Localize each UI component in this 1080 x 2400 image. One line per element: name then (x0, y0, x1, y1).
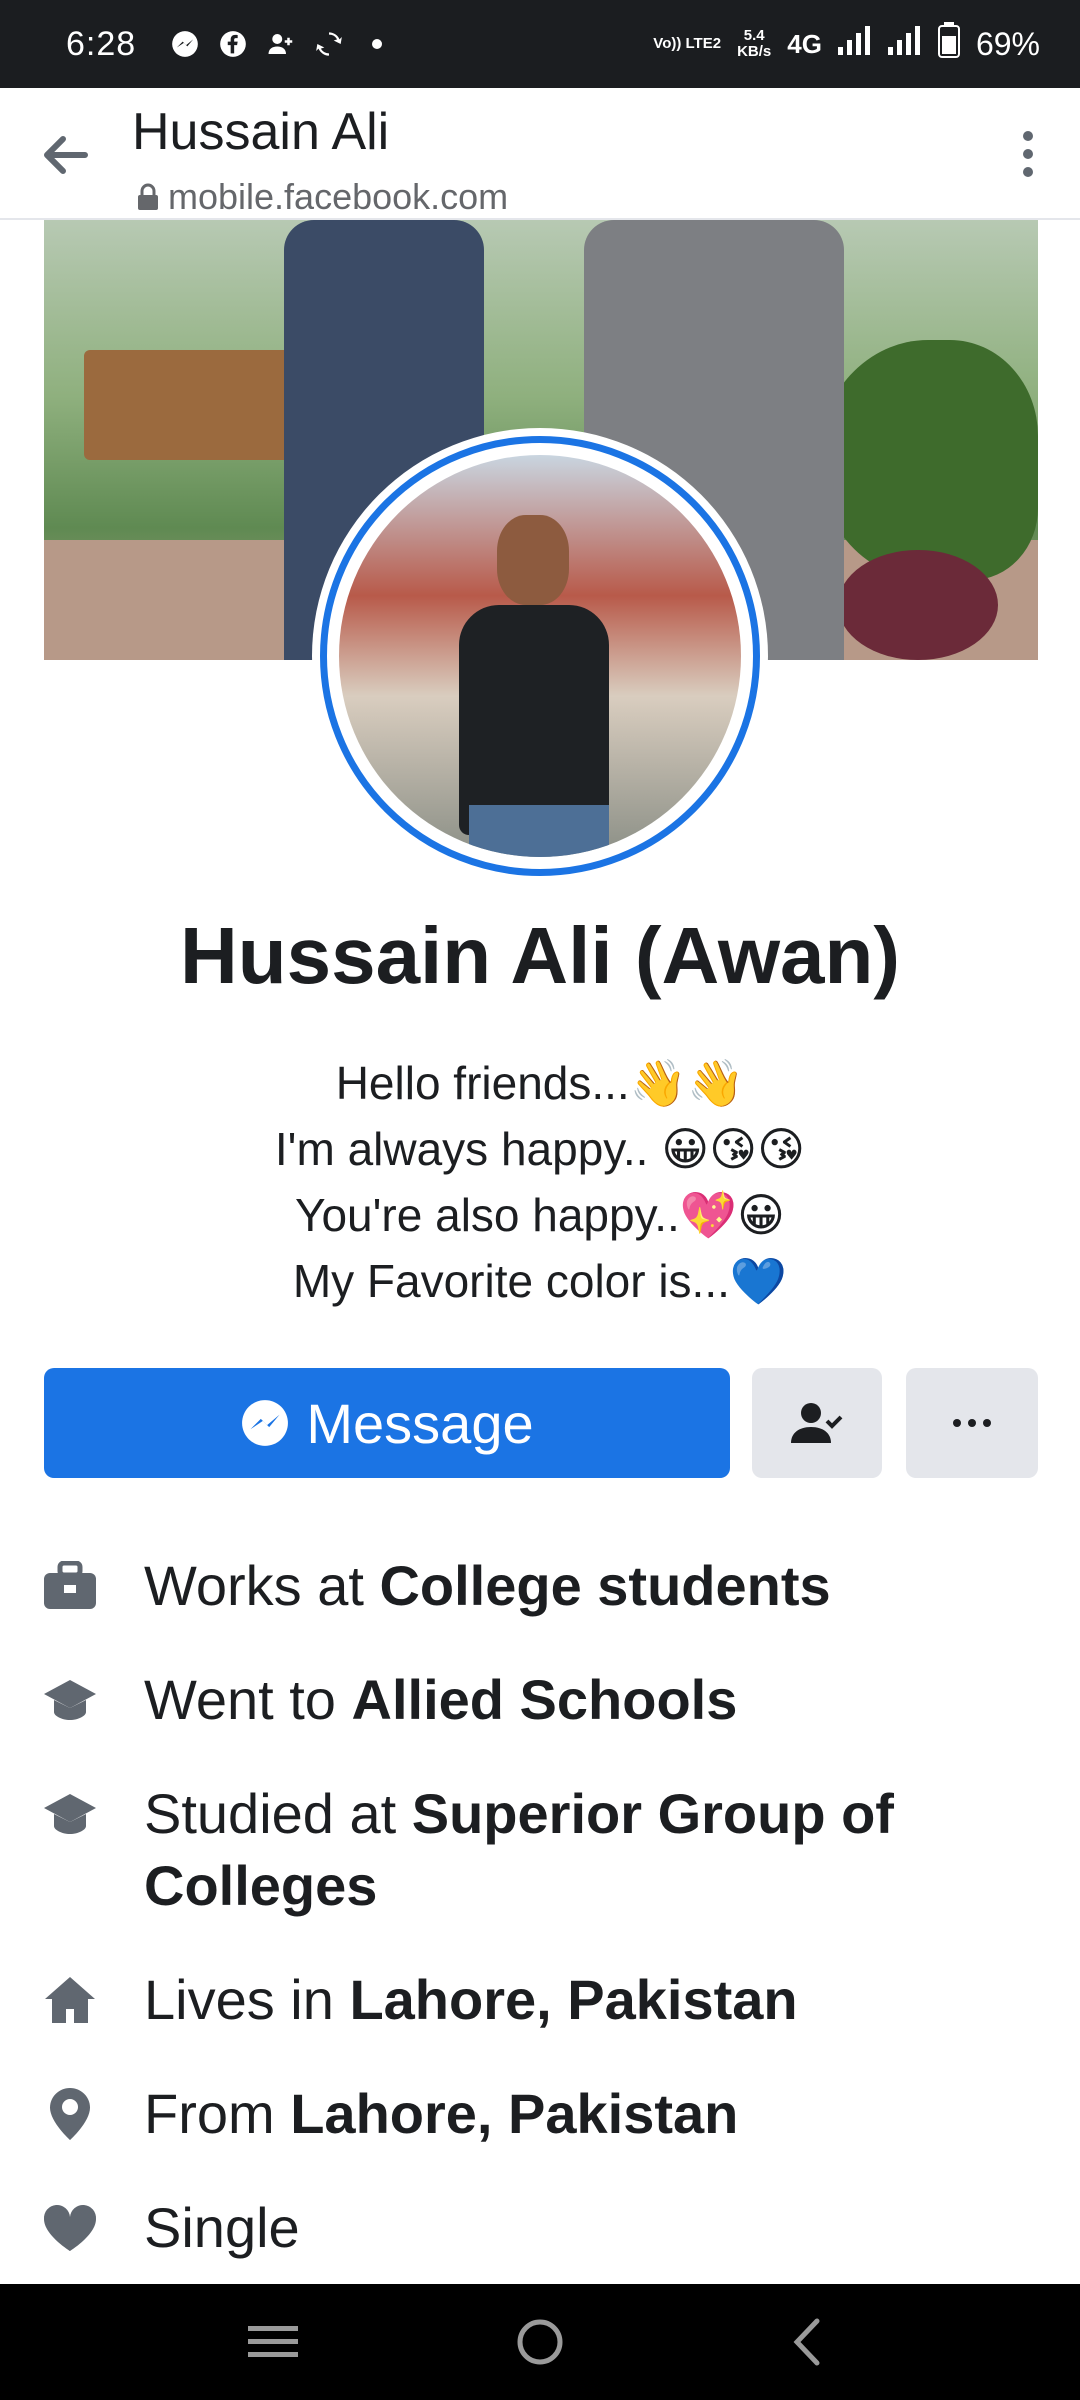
story-ring (320, 436, 760, 876)
intro-lives-in[interactable]: Lives in Lahore, Pakistan (40, 1964, 1040, 2036)
graduation-cap-icon (40, 1670, 100, 1730)
intro-work[interactable]: Works at College students (40, 1550, 1040, 1622)
recent-apps-button[interactable] (233, 2302, 313, 2382)
cover-flowers (838, 550, 998, 660)
system-navigation-bar (0, 2284, 1080, 2400)
location-pin-icon (40, 2084, 100, 2144)
bio-line: My Favorite color is...💙 (292, 1255, 788, 1307)
profile-bio: Hello friends...👋👋 I'm always happy.. 😀😘… (0, 1050, 1080, 1314)
volte-indicator: Vo)) LTE2 (653, 35, 722, 52)
network-speed: 5.4 KB/s (737, 28, 771, 60)
signal-icon (837, 25, 872, 63)
intro-from-value[interactable]: Lahore, Pakistan (290, 2082, 738, 2145)
menu-lines-icon (248, 2326, 299, 2357)
system-indicators: Vo)) LTE2 5.4 KB/s 4G 69% (653, 22, 1040, 66)
intro-from-prefix: From (144, 2082, 291, 2145)
url-display: mobile.facebook.com (136, 176, 508, 218)
home-circle-icon (517, 2319, 563, 2365)
intro-college-prefix: Studied at (144, 1782, 412, 1845)
signal-icon-sim2 (887, 25, 922, 63)
avatar-head (497, 515, 569, 605)
sync-notification-icon (314, 29, 344, 59)
intro-details: Works at College students Went to Allied… (40, 1550, 1040, 2306)
intro-college[interactable]: Studied at Superior Group of Colleges (40, 1778, 1040, 1922)
avatar-jeans (469, 805, 609, 857)
intro-work-prefix: Works at (144, 1554, 380, 1617)
profile-actions: Message (44, 1368, 1038, 1478)
cover-bush (818, 340, 1038, 580)
battery-icon (937, 22, 960, 66)
message-button[interactable]: Message (44, 1368, 730, 1478)
chevron-left-icon (793, 2318, 820, 2366)
network-type: 4G (787, 28, 822, 59)
intro-lives-in-prefix: Lives in (144, 1968, 350, 2031)
avatar (339, 455, 741, 857)
profile-name: Hussain Ali (Awan) (179, 911, 901, 1000)
system-back-button[interactable] (767, 2302, 847, 2382)
intro-relationship: Single (40, 2192, 1040, 2264)
facebook-notification-icon (218, 29, 248, 59)
kebab-menu-icon (1023, 131, 1033, 177)
bio-line: You're also happy..💖😀 (295, 1189, 785, 1241)
intro-from[interactable]: From Lahore, Pakistan (40, 2078, 1040, 2150)
profile-picture[interactable] (312, 428, 768, 884)
intro-lives-in-value[interactable]: Lahore, Pakistan (349, 1968, 797, 2031)
friend-request-notification-icon (266, 29, 296, 59)
more-options-button[interactable] (998, 124, 1058, 184)
intro-school-value[interactable]: Allied Schools (352, 1668, 738, 1731)
back-arrow-icon (44, 136, 88, 174)
network-speed-unit: KB/s (737, 43, 772, 60)
network-speed-value: 5.4 (743, 27, 765, 44)
graduation-cap-icon (40, 1784, 100, 1844)
battery-level: 69% (975, 25, 1040, 62)
more-dots-icon (953, 1419, 991, 1427)
bio-line: Hello friends...👋👋 (335, 1057, 745, 1109)
home-button[interactable] (500, 2302, 580, 2382)
friends-button[interactable] (752, 1368, 882, 1478)
more-notifications-dot-icon (362, 29, 392, 59)
intro-school[interactable]: Went to Allied Schools (40, 1664, 1040, 1736)
intro-work-value[interactable]: College students (379, 1554, 830, 1617)
intro-school-prefix: Went to (144, 1668, 352, 1731)
friends-check-icon (791, 1403, 843, 1443)
message-button-label: Message (306, 1391, 534, 1455)
page-title: Hussain Ali (132, 103, 390, 161)
avatar-shirt (459, 605, 609, 835)
heart-icon (40, 2198, 100, 2258)
bio-line: I'm always happy.. 😀😘😘 (274, 1123, 806, 1175)
home-icon (40, 1970, 100, 2030)
lock-icon (138, 183, 158, 210)
url-text: mobile.facebook.com (168, 176, 509, 217)
notification-icons (170, 29, 392, 59)
briefcase-icon (40, 1556, 100, 1616)
messenger-icon (242, 1400, 289, 1446)
intro-relationship-label: Single (144, 2196, 300, 2259)
status-bar: 6:28 Vo)) LTE2 5.4 KB/s 4G 69% (0, 0, 1080, 88)
messenger-notification-icon (170, 29, 200, 59)
back-button[interactable] (36, 126, 94, 184)
status-time: 6:28 (66, 24, 137, 63)
more-actions-button[interactable] (906, 1368, 1038, 1478)
app-bar: Hussain Ali mobile.facebook.com (0, 88, 1080, 220)
